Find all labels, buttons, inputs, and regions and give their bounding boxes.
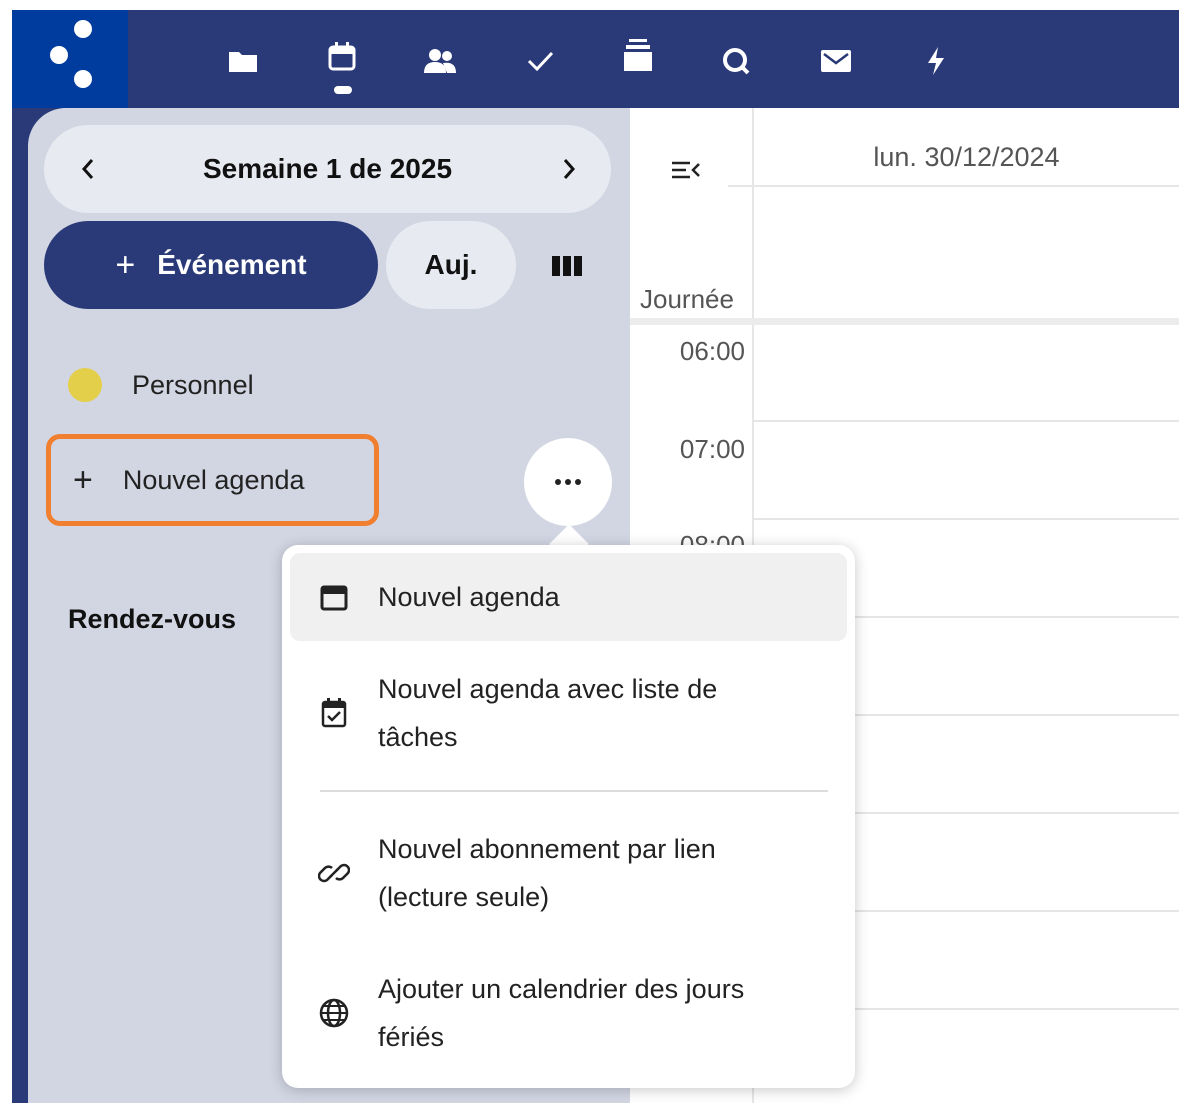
menu-item-add-holiday-calendar[interactable]: Ajouter un calendrier des jours fériés xyxy=(290,955,847,1073)
hour-label: 07:00 xyxy=(679,434,745,464)
contacts-icon[interactable] xyxy=(422,46,458,76)
menu-item-new-calendar-with-tasks[interactable]: Nouvel agenda avec liste de tâches xyxy=(290,655,847,773)
divider xyxy=(728,185,1179,187)
divider xyxy=(630,318,1179,325)
folder-icon[interactable] xyxy=(225,46,261,76)
active-tab-indicator xyxy=(334,86,352,94)
menu-item-new-subscription[interactable]: Nouvel abonnement par lien (lecture seul… xyxy=(290,815,847,933)
link-icon xyxy=(318,857,350,889)
new-event-button[interactable]: + Événement xyxy=(44,221,378,309)
search-icon[interactable] xyxy=(718,46,754,76)
plus-icon: + xyxy=(73,461,93,499)
logo-dot xyxy=(50,46,68,64)
menu-item-label: fériés xyxy=(378,1022,445,1052)
new-event-label: Événement xyxy=(157,249,307,280)
menu-item-label: Nouvel agenda avec liste de xyxy=(378,674,718,704)
calendar-check-icon xyxy=(318,697,350,729)
menu-item-new-calendar[interactable]: Nouvel agenda xyxy=(290,553,847,641)
collapse-sidebar-icon[interactable] xyxy=(664,152,708,188)
menu-item-label: Nouvel abonnement par lien xyxy=(378,834,716,864)
hour-line xyxy=(754,420,1179,422)
top-navigation-bar xyxy=(12,10,1179,108)
week-navigator: Semaine 1 de 2025 xyxy=(44,125,611,213)
new-calendar-label: Nouvel agenda xyxy=(122,464,305,495)
plus-icon: + xyxy=(115,246,136,284)
mail-icon[interactable] xyxy=(818,46,854,76)
menu-item-label: tâches xyxy=(378,722,458,752)
app-logo[interactable] xyxy=(12,10,128,108)
calendar-name: Personnel xyxy=(132,369,254,400)
logo-dot xyxy=(74,20,92,38)
more-dots-icon xyxy=(555,479,581,485)
globe-icon xyxy=(318,997,350,1029)
all-day-label: Journée xyxy=(640,284,734,314)
menu-item-label: Ajouter un calendrier des jours xyxy=(378,974,745,1004)
activity-icon[interactable] xyxy=(918,46,954,76)
calendar-list-item[interactable]: Personnel xyxy=(68,360,254,410)
calendar-icon[interactable] xyxy=(324,42,360,72)
hour-label: 06:00 xyxy=(679,336,745,366)
week-label[interactable]: Semaine 1 de 2025 xyxy=(44,153,611,185)
check-icon[interactable] xyxy=(522,46,558,76)
next-week-button[interactable] xyxy=(549,149,589,189)
more-actions-button[interactable] xyxy=(524,438,612,526)
menu-item-label: Nouvel agenda xyxy=(378,582,560,612)
menu-item-label: (lecture seule) xyxy=(378,882,550,912)
menu-divider xyxy=(320,790,828,792)
deck-icon[interactable] xyxy=(620,39,656,71)
hour-line xyxy=(754,518,1179,520)
appointments-heading[interactable]: Rendez-vous xyxy=(68,604,236,635)
today-button[interactable]: Auj. xyxy=(386,221,516,309)
calendar-color-dot[interactable] xyxy=(68,368,102,402)
logo-dot xyxy=(74,70,92,88)
day-header[interactable]: lun. 30/12/2024 xyxy=(754,142,1179,173)
new-calendar-button[interactable]: + Nouvel agenda xyxy=(46,434,379,526)
view-switcher-icon[interactable] xyxy=(540,244,594,288)
new-calendar-menu: Nouvel agenda Nouvel agenda avec liste d… xyxy=(282,545,855,1088)
calendar-icon xyxy=(318,581,350,613)
